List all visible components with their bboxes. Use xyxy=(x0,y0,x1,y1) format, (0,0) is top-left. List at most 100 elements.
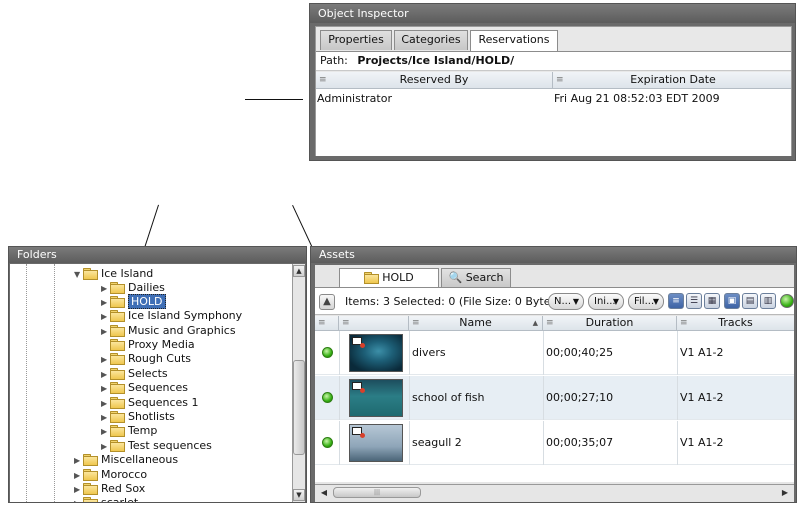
text-view-icon[interactable]: ▥ xyxy=(760,293,776,309)
filter-dropdown[interactable]: Fil... ▼ xyxy=(628,293,664,310)
name-dropdown[interactable]: N... ▼ xyxy=(548,293,584,310)
tree-item-red-sox[interactable]: ▶ Red Sox xyxy=(74,482,145,496)
tree-item-rough-cuts[interactable]: ▶ Rough Cuts xyxy=(101,352,191,366)
folder-icon xyxy=(110,310,125,322)
table-row[interactable]: school of fish 00;00;27;10 V1 A1-2 xyxy=(315,376,794,420)
tab-reservations[interactable]: Reservations xyxy=(470,30,558,51)
expand-arrow-icon[interactable]: ▶ xyxy=(101,296,110,310)
tree-guide-line xyxy=(26,264,27,502)
expand-arrow-icon[interactable]: ▶ xyxy=(101,282,110,296)
column-menu-icon[interactable]: ≡ xyxy=(342,316,350,330)
tree-item-music-and-graphics[interactable]: ▶ Music and Graphics xyxy=(101,324,236,338)
folder-icon xyxy=(110,353,125,365)
scroll-thumb[interactable]: ||| xyxy=(333,487,421,498)
column-menu-icon[interactable]: ≡ xyxy=(680,316,688,330)
path-value: Projects/Ice Island/HOLD/ xyxy=(357,54,515,67)
column-thumbnail[interactable]: ≡ xyxy=(339,316,409,331)
table-row[interactable]: divers 00;00;40;25 V1 A1-2 xyxy=(315,331,794,375)
parent-folder-icon[interactable]: ▲ xyxy=(319,294,335,310)
tab-properties[interactable]: Properties xyxy=(320,30,392,50)
clip-thumbnail[interactable] xyxy=(349,334,403,372)
expand-arrow-icon[interactable]: ▶ xyxy=(101,310,110,324)
scroll-left-icon[interactable]: ◀ xyxy=(318,487,330,499)
assets-horizontal-scrollbar[interactable]: ◀ ||| ▶ xyxy=(315,484,794,500)
table-row[interactable]: seagull 2 00;00;35;07 V1 A1-2 xyxy=(315,421,794,465)
tree-item-shotlists[interactable]: ▶ Shotlists xyxy=(101,410,175,424)
column-menu-icon[interactable]: ≡ xyxy=(319,72,327,88)
tree-item-sequences-1[interactable]: ▶ Sequences 1 xyxy=(101,396,199,410)
folder-icon xyxy=(110,425,125,437)
clip-thumbnail[interactable] xyxy=(349,424,403,462)
folder-icon xyxy=(110,440,125,452)
column-reserved-by[interactable]: ≡ Reserved By xyxy=(316,72,553,88)
clip-thumbnail[interactable] xyxy=(349,379,403,417)
chevron-down-icon: ▼ xyxy=(652,297,659,306)
panel-title: Object Inspector xyxy=(310,4,795,23)
column-menu-icon[interactable]: ≡ xyxy=(546,316,554,330)
column-duration[interactable]: ≡ Duration xyxy=(543,316,677,331)
expand-arrow-icon[interactable]: ▶ xyxy=(74,483,83,497)
tree-item-hold[interactable]: ▶ HOLD xyxy=(101,294,166,310)
scroll-down-icon[interactable]: ▼ xyxy=(293,489,305,501)
script-view-icon[interactable]: ▤ xyxy=(742,293,758,309)
frame-view-icon[interactable]: ▣ xyxy=(724,293,740,309)
items-summary: Items: 3 Selected: 0 (File Size: 0 Bytes… xyxy=(345,295,561,308)
list-view-icon[interactable]: ≡ xyxy=(668,293,684,309)
tree-item-morocco[interactable]: ▶ Morocco xyxy=(74,468,147,482)
expand-arrow-icon[interactable]: ▶ xyxy=(101,397,110,411)
folder-icon xyxy=(83,483,98,495)
column-expiration-date[interactable]: ≡ Expiration Date xyxy=(553,72,793,88)
initials-dropdown[interactable]: Ini... ▼ xyxy=(588,293,624,310)
column-menu-icon[interactable]: ≡ xyxy=(556,72,564,88)
path-label: Path: xyxy=(320,54,348,67)
tab-categories[interactable]: Categories xyxy=(394,30,468,50)
chevron-down-icon: ▼ xyxy=(572,297,579,306)
tree-item-selects[interactable]: ▶ Selects xyxy=(101,367,168,381)
asset-name: seagull 2 xyxy=(412,436,462,449)
tab-hold[interactable]: HOLD xyxy=(339,268,439,288)
status-indicator-icon xyxy=(780,294,794,308)
tree-item-dailies[interactable]: ▶ Dailies xyxy=(101,281,165,295)
collapse-arrow-icon[interactable]: ▼ xyxy=(74,268,83,282)
expand-arrow-icon[interactable]: ▶ xyxy=(101,325,110,339)
detail-view-icon[interactable]: ☰ xyxy=(686,293,702,309)
tree-item-scarlet[interactable]: ▶scarlet xyxy=(74,496,138,502)
tree-item-temp[interactable]: ▶ Temp xyxy=(101,424,157,438)
tab-search[interactable]: 🔍 Search xyxy=(441,268,511,287)
search-icon: 🔍 xyxy=(448,271,463,284)
tree-item-ice-island[interactable]: ▼ Ice Island xyxy=(74,267,153,281)
assets-toolbar: ▲ Items: 3 Selected: 0 (File Size: 0 Byt… xyxy=(315,287,794,315)
scroll-up-icon[interactable]: ▲ xyxy=(293,265,305,277)
tree-item-ice-island-symphony[interactable]: ▶ Ice Island Symphony xyxy=(101,309,242,323)
path-row: Path: Projects/Ice Island/HOLD/ xyxy=(316,51,791,71)
grid-view-icon[interactable]: ▦ xyxy=(704,293,720,309)
tree-item-sequences[interactable]: ▶ Sequences xyxy=(101,381,188,395)
expand-arrow-icon[interactable]: ▶ xyxy=(101,425,110,439)
scroll-right-icon[interactable]: ▶ xyxy=(779,487,791,499)
tree-item-test-sequences[interactable]: ▶ Test sequences xyxy=(101,439,212,453)
sort-ascending-icon[interactable]: ▲ xyxy=(533,316,538,330)
expand-arrow-icon[interactable]: ▶ xyxy=(101,382,110,396)
expiration-date-cell[interactable]: Fri Aug 21 08:52:03 EDT 2009 xyxy=(554,92,720,105)
expand-arrow-icon[interactable]: ▶ xyxy=(74,497,83,502)
expand-arrow-icon[interactable]: ▶ xyxy=(101,440,110,454)
expand-arrow-icon[interactable]: ▶ xyxy=(101,368,110,382)
folder-icon xyxy=(110,397,125,409)
column-menu-icon[interactable]: ≡ xyxy=(318,316,326,330)
scroll-thumb[interactable] xyxy=(293,360,305,455)
expand-arrow-icon[interactable]: ▶ xyxy=(101,411,110,425)
folders-vertical-scrollbar[interactable]: ▲ ▼ xyxy=(292,264,305,502)
reserved-by-cell[interactable]: Administrator xyxy=(317,92,392,105)
tree-item-miscellaneous[interactable]: ▶ Miscellaneous xyxy=(74,453,178,467)
expand-arrow-icon[interactable]: ▶ xyxy=(74,454,83,468)
column-menu-icon[interactable]: ≡ xyxy=(412,316,420,330)
expand-arrow-icon[interactable]: ▶ xyxy=(74,469,83,483)
video-clip-icon xyxy=(352,427,365,438)
folder-icon xyxy=(110,282,125,294)
asset-duration: 00;00;40;25 xyxy=(546,346,614,359)
column-tracks[interactable]: ≡ Tracks xyxy=(677,316,794,331)
tree-item-proxy-media[interactable]: ▶Proxy Media xyxy=(101,338,195,352)
expand-arrow-icon[interactable]: ▶ xyxy=(101,353,110,367)
column-status[interactable]: ≡ xyxy=(315,316,339,331)
column-name[interactable]: ≡ Name ▲ xyxy=(409,316,543,331)
